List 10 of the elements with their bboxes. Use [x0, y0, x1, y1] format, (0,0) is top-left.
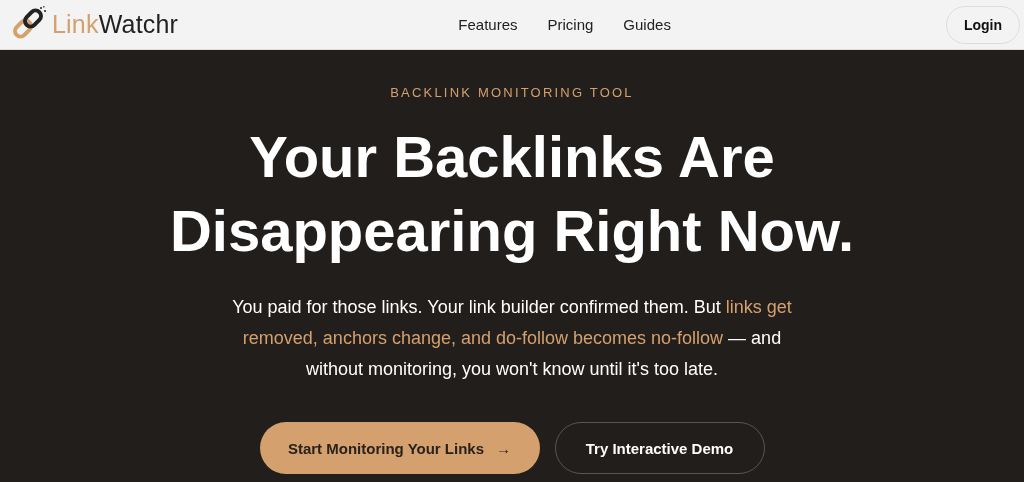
login-button[interactable]: Login: [945, 5, 1020, 44]
headline: Your Backlinks Are: [248, 123, 776, 191]
headline: Disappearing Right Now.: [169, 197, 855, 265]
eyebrow-text: BACKLINK MONITORING TOOL: [390, 85, 634, 100]
nav-link[interactable]: Pricing: [547, 16, 594, 33]
nav-link[interactable]: Features: [458, 16, 518, 33]
description: You paid for those links. Your link builder confirmed them. But links get removed, anchors change, and do-follow becomes no-follow — and without monitoring, you won't know until it's too late.: [231, 296, 793, 381]
logo-wordmark: LinkWatchr: [52, 10, 179, 39]
start-monitoring-button[interactable]: Start Monitoring Your Links →: [259, 422, 540, 474]
nav-link[interactable]: Guides: [623, 16, 671, 33]
